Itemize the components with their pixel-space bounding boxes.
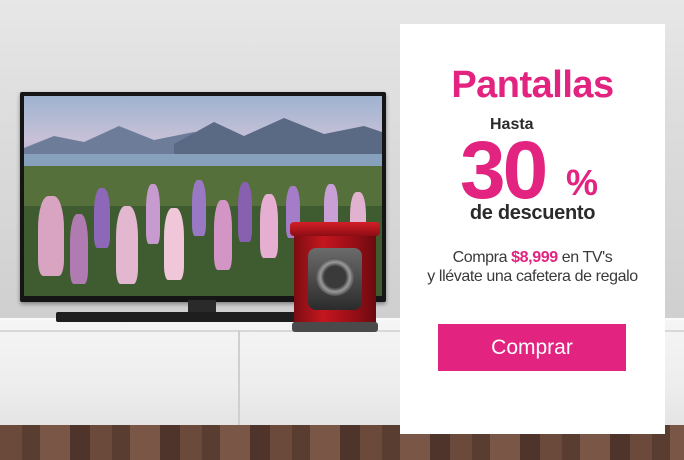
coffee-maker-capsule-ring: [316, 258, 354, 296]
lupine-flower: [38, 196, 64, 276]
promo-panel: Pantallas Hasta 30 % de descuento Compra…: [400, 24, 665, 434]
lupine-flower: [164, 208, 184, 280]
coffee-maker-top: [290, 222, 380, 236]
offer-price: $8,999: [511, 249, 558, 266]
lupine-flower: [260, 194, 278, 258]
offer-text: Compra $8,999 en TV's y llévate una cafe…: [400, 248, 665, 286]
lupine-flower: [116, 206, 138, 284]
coffee-maker-image: [286, 222, 384, 334]
promo-title: Pantallas: [451, 64, 614, 106]
buy-button[interactable]: Comprar: [438, 324, 626, 371]
lupine-flower: [146, 184, 160, 244]
offer-line2: y llévate una cafetera de regalo: [427, 268, 638, 285]
lupine-flower: [192, 180, 206, 236]
lupine-flower: [214, 200, 232, 270]
lupine-flower: [238, 182, 252, 242]
lupine-flower: [94, 188, 110, 248]
discount-label: de descuento: [469, 202, 596, 224]
cabinet-divider: [238, 330, 240, 428]
offer-after: en TV's: [557, 249, 613, 266]
lupine-flower: [70, 214, 88, 284]
coffee-maker-base: [292, 322, 378, 332]
discount-number: 30: [460, 125, 548, 216]
discount-percent-sign: %: [566, 162, 599, 203]
tv-stand-neck: [188, 300, 216, 312]
offer-before: Compra: [452, 249, 512, 266]
